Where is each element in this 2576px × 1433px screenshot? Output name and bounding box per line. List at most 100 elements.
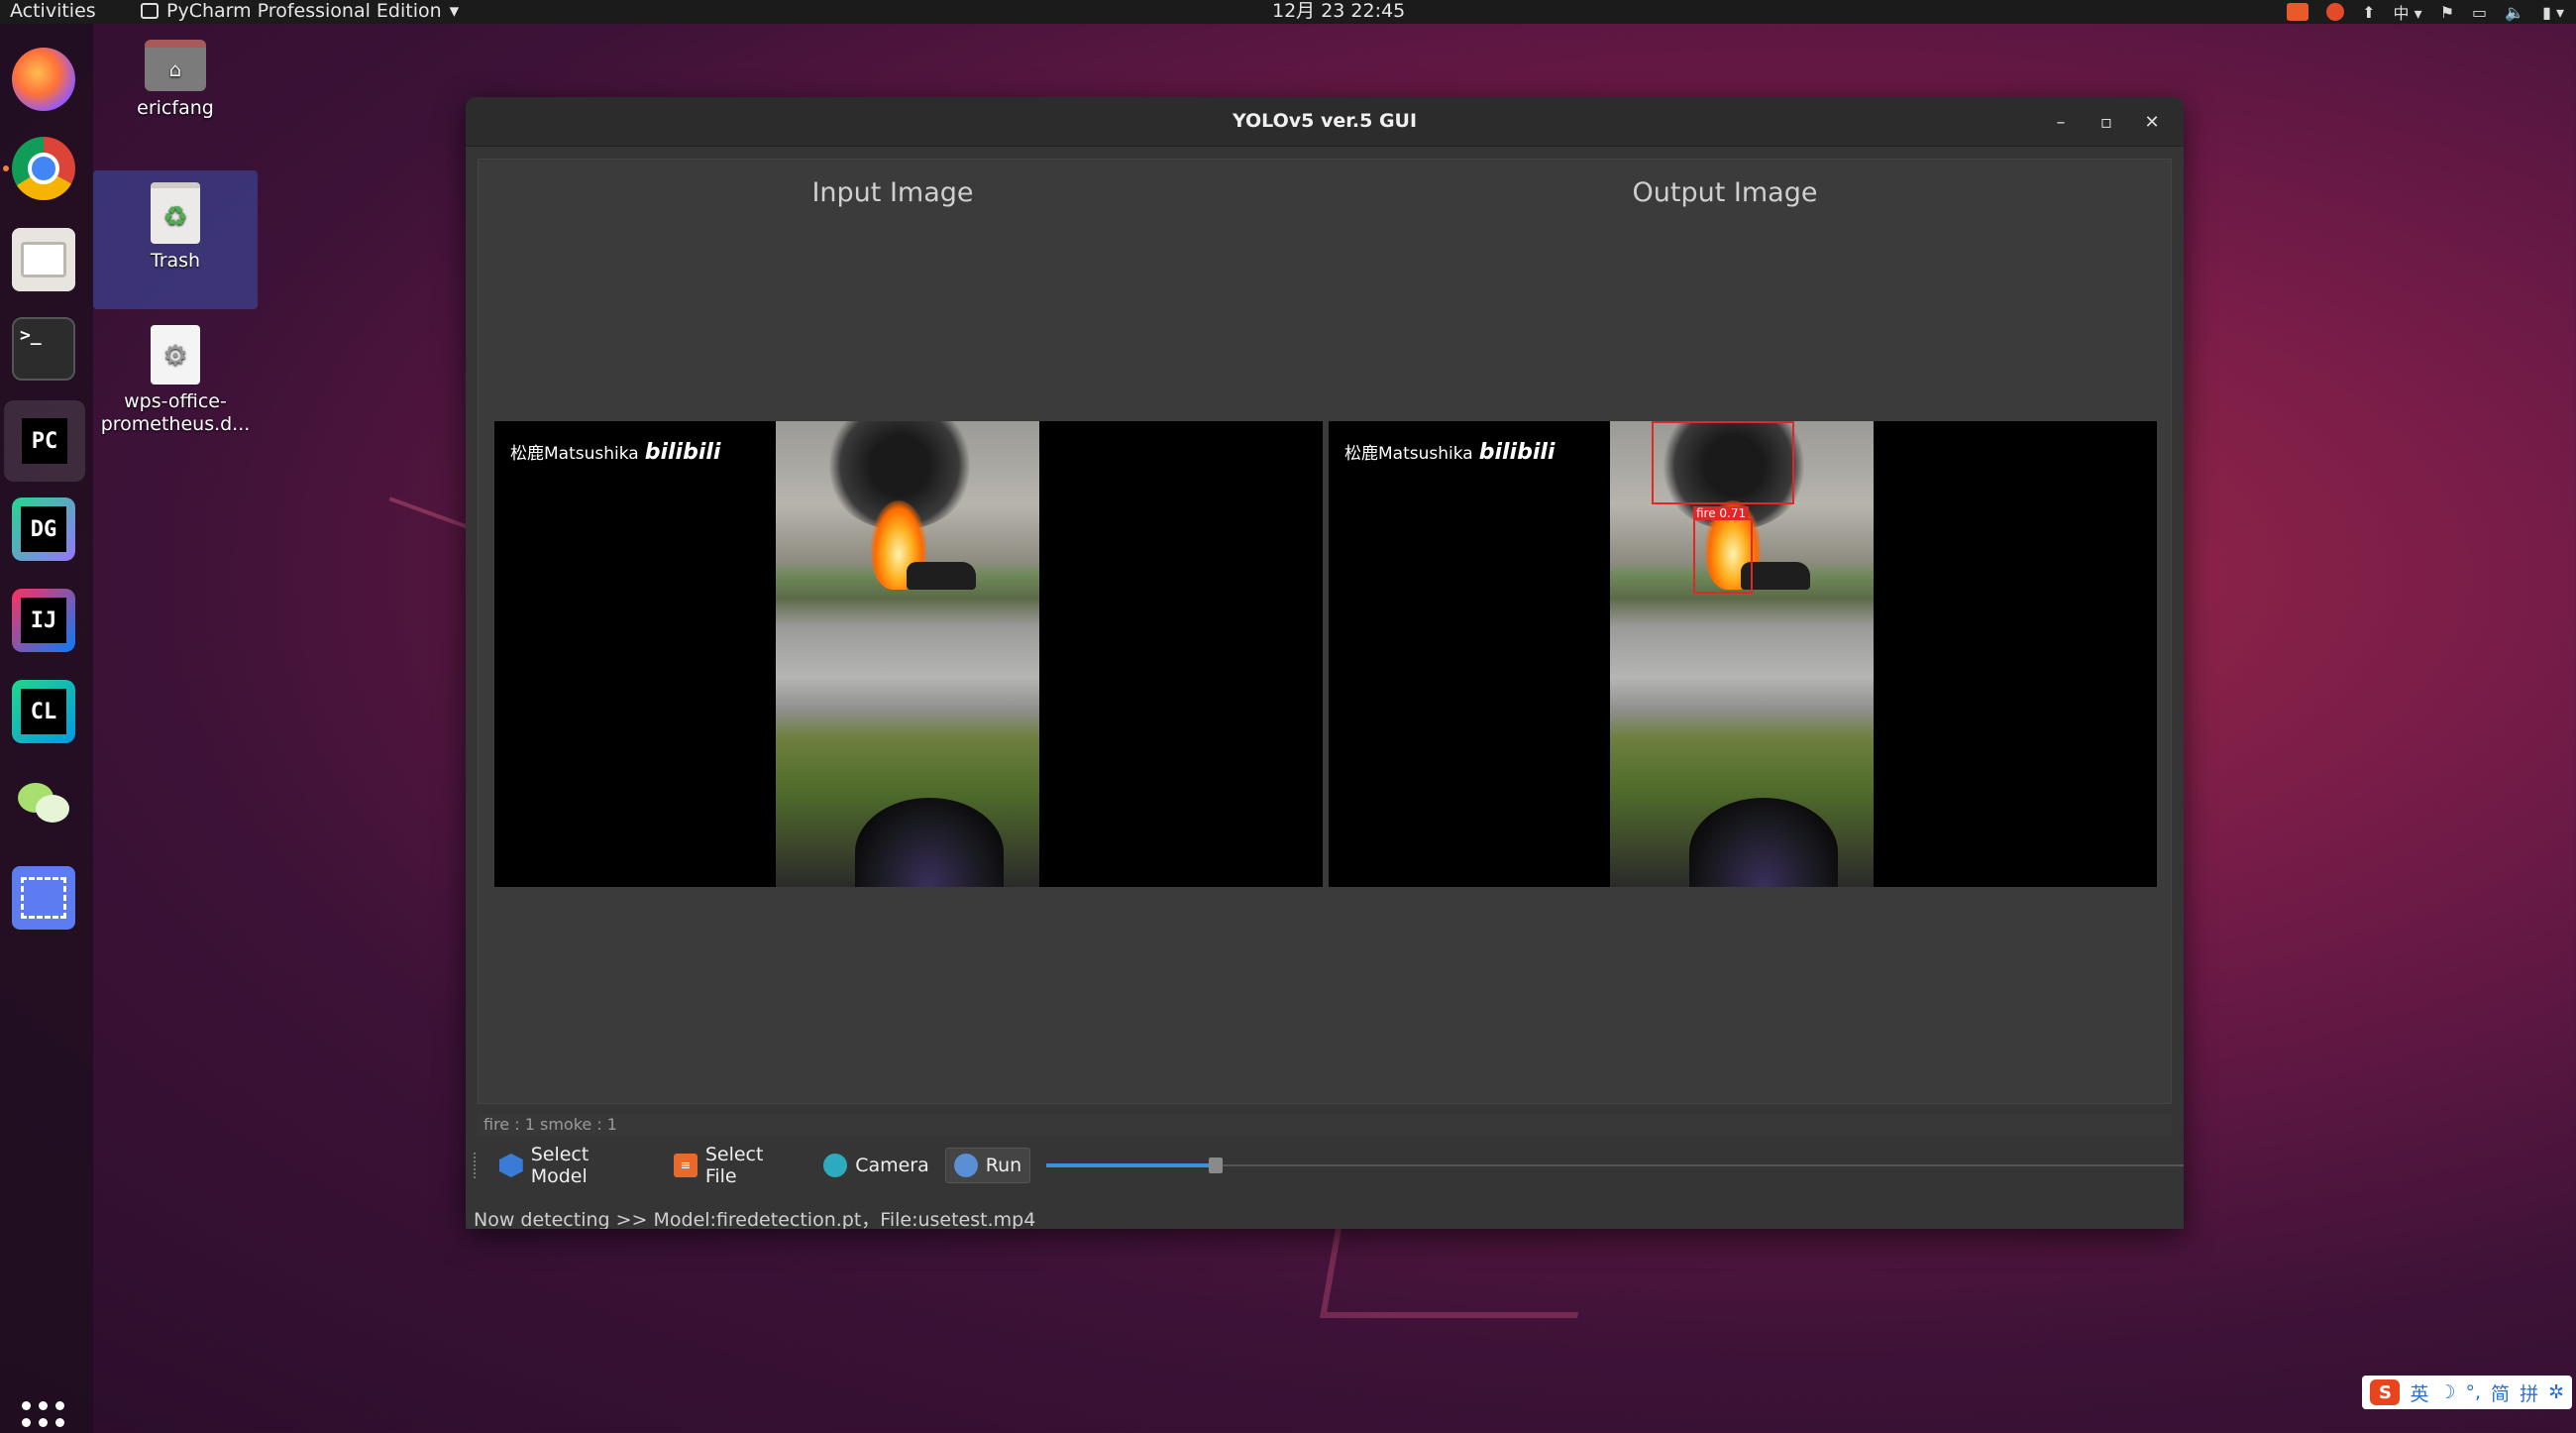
- yolov5-window: YOLOv5 ver.5 GUI – ▫ ✕ Input Image Outpu…: [466, 97, 2184, 1229]
- burning-car: [907, 562, 976, 590]
- wechat-icon[interactable]: [12, 771, 75, 834]
- desktop-file-label-2: prometheus.d...: [100, 413, 251, 435]
- toolbar: Select Model ≡ Select File Camera Run: [466, 1144, 2184, 1187]
- detection-counts: fire : 1 smoke : 1: [478, 1114, 2172, 1136]
- network-icon[interactable]: ⚑: [2440, 3, 2454, 22]
- running-indicator: [3, 165, 9, 171]
- run-button[interactable]: Run: [944, 1148, 1031, 1183]
- clock[interactable]: 12月 23 22:45: [1272, 0, 1405, 22]
- ime-settings-icon[interactable]: ✲: [2548, 1381, 2564, 1403]
- image-panel: Input Image Output Image 松鹿Matsushika bil…: [478, 159, 2172, 1104]
- slider-handle[interactable]: [1209, 1157, 1224, 1173]
- input-bilibili-logo: bilibili: [644, 440, 721, 465]
- intellij-icon-label: IJ: [30, 607, 57, 633]
- close-icon[interactable]: ✕: [2134, 107, 2170, 137]
- slider-fill: [1046, 1163, 1217, 1167]
- firefox-icon[interactable]: [12, 48, 75, 111]
- clion-icon[interactable]: CL: [12, 680, 75, 743]
- file-icon: ≡: [674, 1154, 698, 1177]
- select-file-button[interactable]: ≡ Select File: [666, 1144, 807, 1187]
- app-menu-label: PyCharm Professional Edition: [166, 0, 442, 22]
- app-menu[interactable]: PyCharm Professional Edition ▾: [141, 0, 459, 22]
- input-watermark-text: 松鹿Matsushika: [510, 444, 639, 464]
- maximize-icon[interactable]: ▫: [2089, 107, 2124, 137]
- output-image: 松鹿Matsushika bilibili fire 0.71: [1329, 421, 2157, 887]
- desktop-trash[interactable]: ♻ Trash: [93, 170, 258, 309]
- wechat-bubble-2: [36, 795, 69, 823]
- dock: >_ PC DG IJ CL: [0, 24, 93, 1433]
- datagrip-icon-inner: DG: [21, 506, 66, 552]
- battery-icon[interactable]: ▮ ▾: [2542, 3, 2564, 22]
- system-tray: ⬆ 中 ▾ ⚑ ▭ 🔈 ▮ ▾: [2287, 1, 2564, 23]
- output-image-label: Output Image: [1632, 177, 1818, 208]
- update-icon[interactable]: ⬆: [2362, 3, 2375, 22]
- input-image-label: Input Image: [811, 177, 974, 208]
- ime-moon-icon[interactable]: ☽: [2438, 1381, 2455, 1403]
- datagrip-icon[interactable]: DG: [12, 497, 75, 561]
- fire-detection-label: fire 0.71: [1693, 506, 1750, 520]
- camera-label: Camera: [855, 1155, 929, 1176]
- chevron-down-icon: ▾: [449, 0, 460, 22]
- input-method-label: 中: [2393, 4, 2410, 23]
- side-mirror: [1689, 798, 1838, 887]
- input-photo: [776, 421, 1039, 887]
- select-model-label: Select Model: [530, 1144, 590, 1187]
- input-watermark: 松鹿Matsushika bilibili: [510, 439, 720, 465]
- ime-mode[interactable]: 英: [2410, 1379, 2428, 1406]
- ime-simplified[interactable]: 简: [2491, 1379, 2510, 1406]
- fire-detection-box: [1693, 518, 1753, 594]
- terminal-icon-label: >_: [20, 325, 42, 346]
- input-image: 松鹿Matsushika bilibili: [494, 421, 1323, 887]
- pycharm-icon-inner: PC: [22, 418, 67, 464]
- intellij-icon[interactable]: IJ: [12, 589, 75, 652]
- pycharm-icon-label: PC: [31, 428, 58, 454]
- clion-icon-label: CL: [30, 699, 57, 724]
- trash-icon: ♻: [151, 182, 200, 244]
- files-icon[interactable]: [12, 228, 75, 291]
- input-method-indicator[interactable]: 中 ▾: [2394, 0, 2422, 24]
- sogou-tray-icon[interactable]: [2287, 3, 2309, 21]
- ime-punct-icon[interactable]: °,: [2466, 1381, 2482, 1403]
- sogou-logo-icon[interactable]: S: [2370, 1379, 2401, 1405]
- datagrip-icon-label: DG: [30, 516, 57, 542]
- status-message: Now detecting >> Model:firedetection.pt，…: [474, 1209, 1036, 1229]
- select-model-button[interactable]: Select Model: [491, 1144, 658, 1187]
- clion-icon-inner: CL: [21, 689, 66, 734]
- run-label: Run: [985, 1155, 1022, 1176]
- terminal-icon[interactable]: >_: [12, 317, 75, 381]
- desktop-trash-label: Trash: [150, 250, 201, 272]
- window-title: YOLOv5 ver.5 GUI: [1232, 110, 1418, 132]
- desktop-home-folder[interactable]: ⌂ ericfang: [93, 40, 258, 125]
- screenshot-icon[interactable]: [12, 866, 75, 930]
- top-bar: Activities PyCharm Professional Edition …: [0, 0, 2576, 24]
- output-bilibili-logo: bilibili: [1478, 440, 1556, 465]
- progress-slider[interactable]: [1046, 1156, 2184, 1175]
- side-mirror: [855, 798, 1004, 887]
- run-icon: [953, 1154, 978, 1177]
- vpn-icon[interactable]: ▭: [2472, 3, 2487, 22]
- settings-file-icon: ⚙: [151, 325, 200, 385]
- model-icon: [498, 1154, 523, 1177]
- pycharm-icon[interactable]: PC: [4, 400, 85, 482]
- camera-button[interactable]: Camera: [815, 1148, 937, 1183]
- camera-icon: [823, 1154, 848, 1177]
- output-watermark-text: 松鹿Matsushika: [1344, 444, 1473, 464]
- output-watermark: 松鹿Matsushika bilibili: [1344, 439, 1555, 465]
- output-photo: fire 0.71: [1610, 421, 1874, 887]
- ime-toolbar[interactable]: S 英 ☽ °, 简 拼 ✲: [2362, 1376, 2572, 1409]
- toolbar-grip[interactable]: [474, 1153, 478, 1178]
- home-folder-icon: ⌂: [145, 40, 206, 91]
- wallpaper-shape: [1320, 1229, 1593, 1318]
- ime-pinyin[interactable]: 拼: [2520, 1379, 2538, 1406]
- window-titlebar[interactable]: YOLOv5 ver.5 GUI – ▫ ✕: [466, 97, 2184, 147]
- desktop-wps-file[interactable]: ⚙ wps-office- prometheus.d...: [93, 325, 258, 435]
- minimize-icon[interactable]: –: [2043, 107, 2079, 137]
- sogou-input-icon[interactable]: [2326, 3, 2345, 21]
- show-applications-icon[interactable]: [22, 1401, 65, 1433]
- volume-icon[interactable]: 🔈: [2505, 3, 2524, 22]
- app-menu-icon: [141, 3, 159, 19]
- chrome-icon[interactable]: [12, 137, 75, 200]
- select-file-label: Select File: [704, 1144, 764, 1187]
- window-controls: – ▫ ✕: [2043, 107, 2170, 137]
- activities-button[interactable]: Activities: [10, 0, 96, 22]
